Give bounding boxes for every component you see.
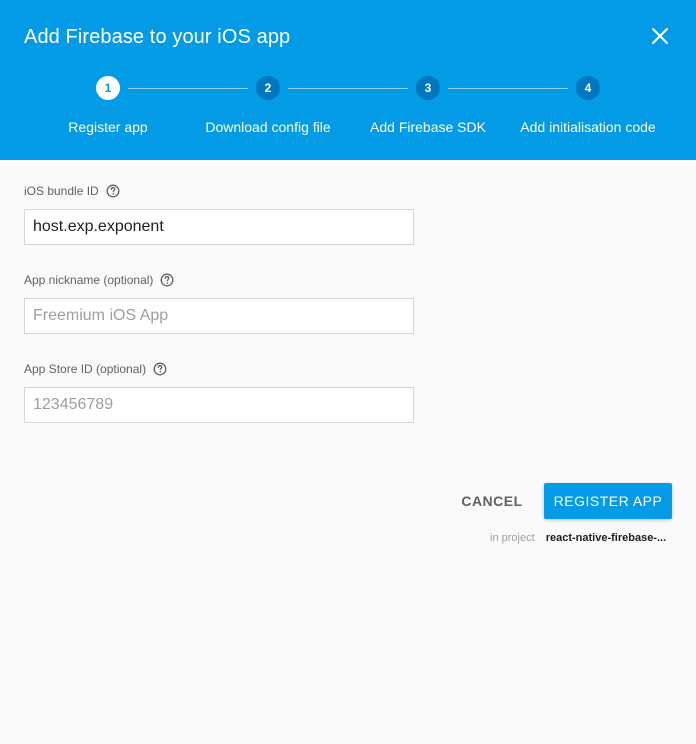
bundle-id-label: iOS bundle ID: [24, 184, 120, 198]
nickname-label-text: App nickname (optional): [24, 273, 154, 287]
project-prefix: in project: [490, 532, 535, 544]
project-name: react-native-firebase-...: [545, 532, 667, 544]
nickname-label: App nickname (optional): [24, 273, 174, 287]
close-button[interactable]: [648, 24, 672, 48]
project-info: in project react-native-firebase-...: [490, 532, 680, 544]
step-2-label: Download config file: [205, 119, 331, 135]
stepper: 1 2 3 4 Register app Download config fil…: [0, 76, 696, 146]
add-ios-app-dialog: Add Firebase to your iOS app 1 2 3 4 Reg…: [0, 0, 696, 744]
step-1-circle: 1: [96, 76, 120, 100]
help-circle-icon[interactable]: [153, 362, 167, 376]
step-4-label: Add initialisation code: [520, 119, 656, 135]
step-3-circle: 3: [416, 76, 440, 100]
step-3-label: Add Firebase SDK: [370, 119, 486, 135]
appstore-id-input[interactable]: [24, 387, 414, 423]
appstore-id-label: App Store ID (optional): [24, 362, 167, 376]
step-2-circle: 2: [256, 76, 280, 100]
dialog-header: Add Firebase to your iOS app 1 2 3 4 Reg…: [0, 0, 696, 160]
step-1-label: Register app: [68, 119, 148, 135]
nickname-input[interactable]: [24, 298, 414, 334]
bundle-id-input[interactable]: [24, 209, 414, 245]
step-connector: [128, 88, 248, 89]
cancel-button[interactable]: CANCEL: [452, 484, 532, 518]
bundle-id-label-text: iOS bundle ID: [24, 184, 99, 198]
step-4-circle: 4: [576, 76, 600, 100]
step-connector: [288, 88, 408, 89]
help-circle-icon[interactable]: [160, 273, 174, 287]
step-connector: [448, 88, 568, 89]
register-app-button[interactable]: REGISTER APP: [544, 483, 672, 519]
dialog-title: Add Firebase to your iOS app: [24, 26, 291, 48]
close-icon: [652, 28, 668, 44]
appstore-id-label-text: App Store ID (optional): [24, 362, 147, 376]
help-circle-icon[interactable]: [106, 184, 120, 198]
